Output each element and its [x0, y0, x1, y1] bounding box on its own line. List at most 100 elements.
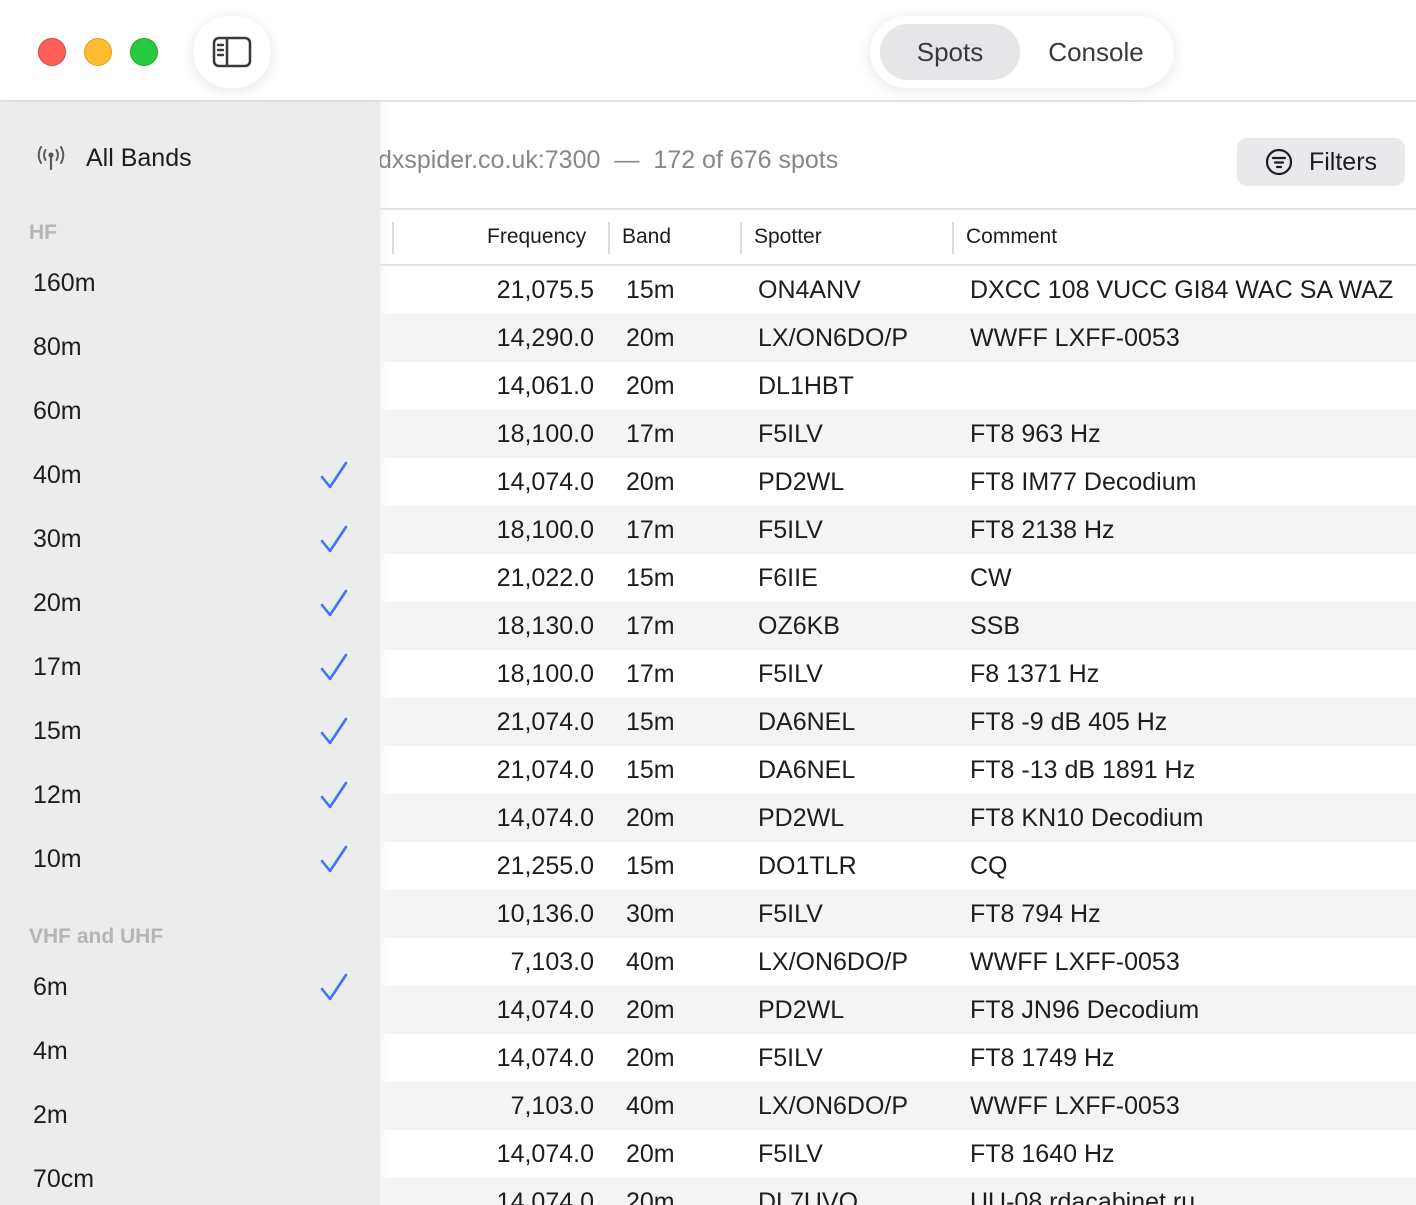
cell-spotter: PD2WL	[758, 468, 845, 496]
table-row[interactable]: 14,074.0 20m PD2WL FT8 KN10 Decodium	[380, 794, 1416, 842]
sidebar-item-15m[interactable]: 15m	[0, 709, 380, 759]
cell-spotter: F5ILV	[758, 660, 823, 688]
sidebar-item-label: 10m	[33, 845, 82, 873]
sidebar-item-60m[interactable]: 60m	[0, 389, 380, 439]
cell-frequency: 14,074.0	[496, 804, 594, 832]
column-divider[interactable]	[740, 222, 742, 254]
table-row[interactable]: 14,074.0 20m PD2WL FT8 JN96 Decodium	[380, 986, 1416, 1034]
sidebar-item-10m[interactable]: 10m	[0, 837, 380, 887]
sidebar-item-40m[interactable]: 40m	[0, 453, 380, 503]
cell-frequency: 21,255.0	[496, 852, 594, 880]
cell-frequency: 18,100.0	[496, 660, 594, 688]
cell-band: 20m	[626, 1188, 675, 1205]
filters-button[interactable]: Filters	[1237, 138, 1405, 186]
sidebar-item-label: 60m	[33, 397, 82, 425]
checkmark-icon	[320, 461, 348, 489]
table-row[interactable]: 18,130.0 17m OZ6KB SSB	[380, 602, 1416, 650]
sidebar-item-6m[interactable]: 6m	[0, 965, 380, 1015]
cell-comment: UU-08 rdacabinet.ru	[970, 1188, 1196, 1205]
cell-comment: WWFF LXFF-0053	[970, 948, 1180, 976]
cell-comment: FT8 JN96 Decodium	[970, 996, 1200, 1024]
cell-frequency: 21,074.0	[496, 708, 594, 736]
cell-spotter: F6IIE	[758, 564, 818, 592]
cell-frequency: 18,100.0	[496, 420, 594, 448]
cell-frequency: 14,074.0	[496, 1044, 594, 1072]
column-divider[interactable]	[952, 222, 954, 254]
table-row[interactable]: 10,136.0 30m F5ILV FT8 794 Hz	[380, 890, 1416, 938]
column-header-frequency[interactable]: Frequency	[487, 210, 586, 264]
table-row[interactable]: 21,255.0 15m DO1TLR CQ	[380, 842, 1416, 890]
table-row[interactable]: 14,074.0 20m F5ILV FT8 1640 Hz	[380, 1130, 1416, 1178]
cell-comment: F8 1371 Hz	[970, 660, 1100, 688]
table-row[interactable]: 14,074.0 20m F5ILV FT8 1749 Hz	[380, 1034, 1416, 1082]
cell-frequency: 14,074.0	[496, 1140, 594, 1168]
sidebar-item-17m[interactable]: 17m	[0, 645, 380, 695]
cell-comment: WWFF LXFF-0053	[970, 1092, 1180, 1120]
sidebar-item-30m[interactable]: 30m	[0, 517, 380, 567]
sidebar-item-4m[interactable]: 4m	[0, 1029, 380, 1079]
cell-comment: FT8 2138 Hz	[970, 516, 1115, 544]
cell-spotter: F5ILV	[758, 516, 823, 544]
tab-console[interactable]: Console	[1026, 24, 1166, 80]
cell-frequency: 14,074.0	[496, 996, 594, 1024]
sidebar-item-label: 40m	[33, 461, 82, 489]
sidebar-item-label: 12m	[33, 781, 82, 809]
sidebar-item-label: 80m	[33, 333, 82, 361]
cell-comment: WWFF LXFF-0053	[970, 324, 1180, 352]
summary-separator: —	[614, 146, 640, 174]
cell-frequency: 10,136.0	[496, 900, 594, 928]
table-row[interactable]: 18,100.0 17m F5ILV FT8 2138 Hz	[380, 506, 1416, 554]
sidebar-item-label: 160m	[33, 269, 96, 297]
antenna-icon	[37, 146, 65, 171]
cell-band: 20m	[626, 1140, 675, 1168]
tab-spots[interactable]: Spots	[880, 24, 1020, 80]
checkmark-icon	[320, 973, 348, 1001]
cell-band: 40m	[626, 1092, 675, 1120]
table-row[interactable]: 21,022.0 15m F6IIE CW	[380, 554, 1416, 602]
table-row[interactable]: 21,075.5 15m ON4ANV DXCC 108 VUCC GI84 WAC …	[380, 266, 1416, 314]
cell-frequency: 14,290.0	[496, 324, 594, 352]
sidebar-item-70cm[interactable]: 70cm	[0, 1157, 380, 1205]
sidebar-item-label: 6m	[33, 973, 68, 1001]
table-row[interactable]: 18,100.0 17m F5ILV FT8 963 Hz	[380, 410, 1416, 458]
sidebar-item-label: 30m	[33, 525, 82, 553]
cell-frequency: 18,100.0	[496, 516, 594, 544]
sidebar-item-label: 20m	[33, 589, 82, 617]
cell-comment: FT8 963 Hz	[970, 420, 1101, 448]
table-row[interactable]: 14,074.0 20m DL7UVO UU-08 rdacabinet.ru	[380, 1178, 1416, 1205]
view-segmented-control: Spots Console	[870, 16, 1174, 88]
cell-comment: SSB	[970, 612, 1021, 640]
table-row[interactable]: 21,074.0 15m DA6NEL FT8 -13 dB 1891 Hz	[380, 746, 1416, 794]
table-row[interactable]: 7,103.0 40m LX/ON6DO/P WWFF LXFF-0053	[380, 938, 1416, 986]
window-close-button[interactable]	[38, 38, 66, 66]
column-divider[interactable]	[392, 222, 394, 254]
cell-spotter: DA6NEL	[758, 756, 856, 784]
table-row[interactable]: 14,074.0 20m PD2WL FT8 IM77 Decodium	[380, 458, 1416, 506]
checkmark-icon	[320, 845, 348, 873]
column-header-comment[interactable]: Comment	[966, 210, 1057, 264]
cell-spotter: DO1TLR	[758, 852, 857, 880]
cell-spotter: LX/ON6DO/P	[758, 324, 909, 352]
table-row[interactable]: 21,074.0 15m DA6NEL FT8 -9 dB 405 Hz	[380, 698, 1416, 746]
sidebar-item-160m[interactable]: 160m	[0, 261, 380, 311]
table-row[interactable]: 18,100.0 17m F5ILV F8 1371 Hz	[380, 650, 1416, 698]
sidebar-item-20m[interactable]: 20m	[0, 581, 380, 631]
spot-summary: dxspider.co.uk:7300 — 172 of 676 spots	[380, 146, 838, 175]
sidebar-item-2m[interactable]: 2m	[0, 1093, 380, 1143]
table-row[interactable]: 14,290.0 20m LX/ON6DO/P WWFF LXFF-0053	[380, 314, 1416, 362]
cell-band: 30m	[626, 900, 675, 928]
sidebar-toggle-button[interactable]	[193, 16, 271, 88]
column-header-band[interactable]: Band	[622, 210, 671, 264]
table-row[interactable]: 14,061.0 20m DL1HBT	[380, 362, 1416, 410]
sidebar-item-all-bands[interactable]: All Bands	[36, 140, 192, 176]
column-header-spotter[interactable]: Spotter	[754, 210, 822, 264]
sidebar-item-80m[interactable]: 80m	[0, 325, 380, 375]
cell-band: 20m	[626, 468, 675, 496]
window-zoom-button[interactable]	[130, 38, 158, 66]
server-address: dxspider.co.uk:7300	[380, 146, 601, 174]
cell-spotter: OZ6KB	[758, 612, 840, 640]
window-minimize-button[interactable]	[84, 38, 112, 66]
table-row[interactable]: 7,103.0 40m LX/ON6DO/P WWFF LXFF-0053	[380, 1082, 1416, 1130]
column-divider[interactable]	[608, 222, 610, 254]
sidebar-item-12m[interactable]: 12m	[0, 773, 380, 823]
